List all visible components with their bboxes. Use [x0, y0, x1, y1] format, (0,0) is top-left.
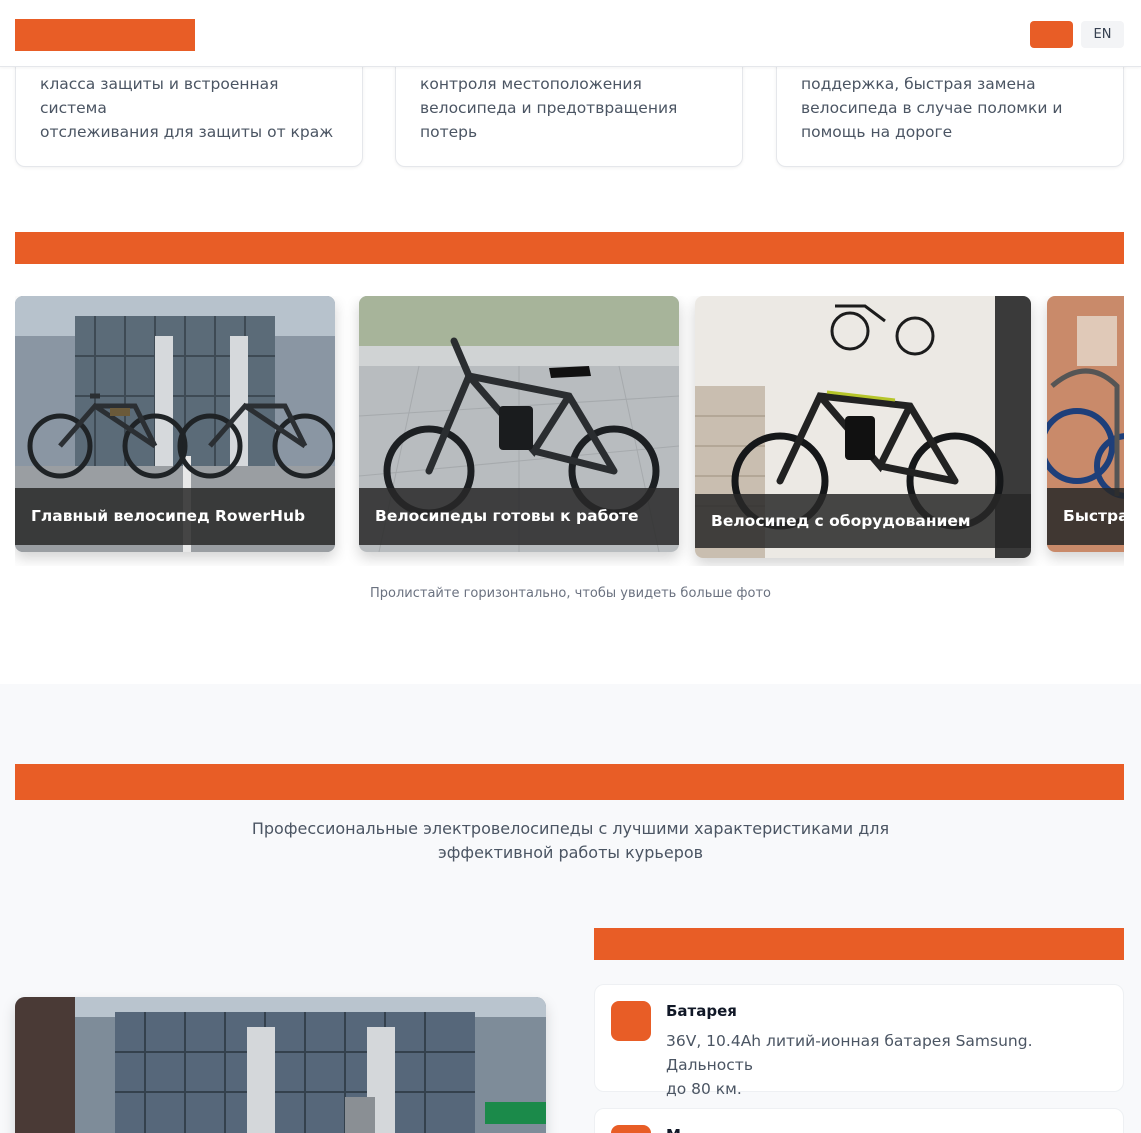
gallery-title-placeholder [15, 232, 1124, 264]
spec-description: 36V, 10.4Ah литий-ионная батарея Samsung… [666, 1029, 1111, 1101]
feature-text-line: класса защиты и встроенная система [40, 75, 279, 117]
photo-caption: Велосипед с оборудованием [695, 494, 1031, 548]
site-header: EN [0, 0, 1141, 67]
spec-card-battery: Батарея 36V, 10.4Ah литий-ионная батарея… [594, 984, 1124, 1098]
specs-subtitle: Профессиональные электровелосипеды с луч… [0, 817, 1141, 865]
specs-subtitle-line: Профессиональные электровелосипеды с луч… [251, 819, 890, 838]
feature-text-line: поддержка, быстрая замена [801, 75, 1036, 93]
spec-desc-line: 36V, 10.4Ah литий-ионная батарея Samsung… [666, 1032, 1033, 1074]
battery-icon [611, 1001, 651, 1041]
building-image [15, 997, 546, 1133]
photo-caption: Велосипеды готовы к работе [359, 488, 679, 545]
gallery-photo[interactable]: Главный велосипед RowerHub [15, 296, 335, 552]
logo[interactable] [15, 19, 195, 51]
spec-desc-line: до 80 км. [666, 1080, 742, 1098]
photo-caption: Главный велосипед RowerHub [15, 488, 335, 545]
gallery-photo[interactable]: Велосипед с оборудованием [695, 296, 1031, 558]
specs-section: Профессиональные электровелосипеды с луч… [0, 684, 1141, 1133]
gallery-photo[interactable]: Быстра [1047, 296, 1124, 552]
bike-main-photo [15, 997, 546, 1133]
specs-title-placeholder [15, 764, 1124, 800]
lang-ru-button[interactable] [1030, 21, 1073, 48]
feature-text-line: велосипеда в случае поломки и [801, 99, 1063, 117]
feature-text-line: отслеживания для защиты от краж [40, 123, 334, 141]
photo-caption: Быстра [1047, 488, 1124, 545]
gallery-photo[interactable]: Велосипеды готовы к работе [359, 296, 679, 552]
spec-card-motor: М [594, 1108, 1124, 1133]
feature-text-line: потерь [420, 123, 478, 141]
spec-name: М [666, 1126, 681, 1133]
photo-gallery[interactable]: Главный велосипед RowerHub Велосипеды го… [15, 296, 1124, 566]
feature-text-line: велосипеда и предотвращения [420, 99, 678, 117]
lang-en-button[interactable]: EN [1081, 21, 1124, 48]
motor-icon [611, 1125, 651, 1133]
spec-heading-placeholder [594, 928, 1124, 960]
feature-text-line: помощь на дороге [801, 123, 953, 141]
gallery-scroll-hint: Пролистайте горизонтально, чтобы увидеть… [370, 586, 771, 601]
specs-subtitle-line: эффективной работы курьеров [437, 843, 704, 862]
spec-name: Батарея [666, 1002, 737, 1020]
feature-text-line: контроля местоположения [420, 75, 642, 93]
